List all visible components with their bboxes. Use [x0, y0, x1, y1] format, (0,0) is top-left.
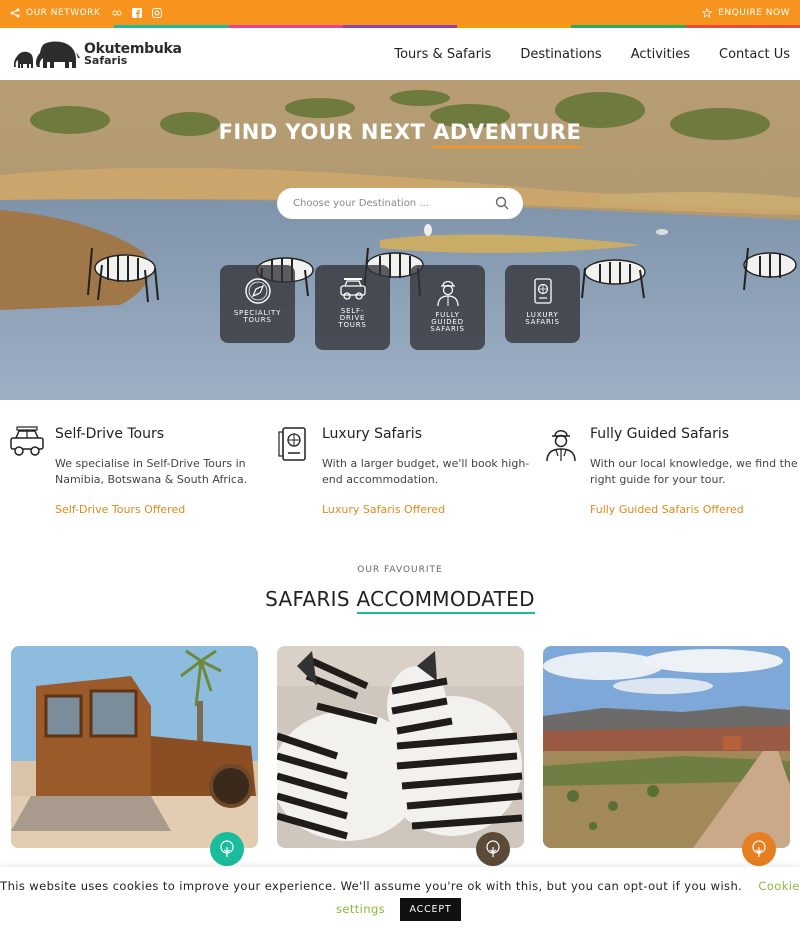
tile-speciality-tours[interactable]: SPECIALITY TOURS: [220, 265, 295, 343]
compass-icon: [244, 278, 271, 304]
rusty-truck-photo: [11, 646, 258, 848]
feature-title: Self-Drive Tours: [55, 426, 165, 442]
site-header: Okutembuka Safaris Tours & Safaris Desti…: [0, 28, 800, 80]
top-bar: OUR NETWORK ENQUIRE NOW: [0, 0, 800, 25]
destination-search-input[interactable]: [293, 195, 483, 212]
star-icon: [702, 7, 713, 18]
tile-label: SPECIALITY TOURS: [233, 309, 282, 324]
cookie-banner: This website uses cookies to improve you…: [0, 867, 800, 933]
feature-text: We specialise in Self-Drive Tours in Nam…: [55, 457, 248, 486]
hero-title-part2: ADVENTURE: [433, 120, 582, 148]
cookie-accept-button[interactable]: ACCEPT: [400, 898, 461, 921]
tile-label: FULLY GUIDED SAFARIS: [430, 311, 465, 333]
tree-icon: [220, 840, 234, 857]
guide-icon: [436, 280, 459, 307]
desert-road-photo: [543, 646, 790, 848]
nav-destinations[interactable]: Destinations: [520, 47, 601, 62]
section-title: SAFARIS ACCOMMODATED: [0, 587, 800, 614]
tile-fully-guided-safaris[interactable]: FULLY GUIDED SAFARIS: [410, 265, 485, 350]
instagram-icon[interactable]: [152, 7, 163, 18]
nav-tours-safaris[interactable]: Tours & Safaris: [394, 47, 491, 62]
cookie-settings-link-part1[interactable]: Cookie: [758, 879, 799, 893]
feature-link[interactable]: Luxury Safaris Offered: [322, 503, 445, 516]
passport-icon: [533, 278, 552, 304]
share-icon[interactable]: [10, 8, 20, 18]
guide-icon: [546, 430, 576, 462]
feature-title: Luxury Safaris: [322, 426, 422, 442]
network-links: OUR NETWORK: [10, 0, 163, 25]
zebras-photo: [277, 646, 524, 848]
enquire-label: ENQUIRE NOW: [718, 7, 790, 18]
enquire-link[interactable]: ENQUIRE NOW: [702, 0, 790, 25]
tripadvisor-icon[interactable]: [112, 8, 122, 18]
feature-title: Fully Guided Safaris: [590, 426, 730, 442]
hero-title-part1: FIND YOUR NEXT: [218, 120, 434, 144]
section-title-part2: ACCOMMODATED: [356, 587, 535, 614]
section-title-part1: SAFARIS: [265, 587, 357, 611]
feature-text: With our local knowledge, we find the ri…: [590, 457, 798, 486]
tree-icon: [486, 840, 500, 857]
facebook-icon[interactable]: [132, 7, 143, 18]
main-nav: Tours & Safaris Destinations Activities …: [394, 28, 790, 80]
destination-search: [277, 188, 523, 219]
site-logo[interactable]: Okutembuka Safaris: [14, 38, 182, 70]
feature-text: With a larger budget, we'll book high-en…: [322, 457, 530, 486]
jeep-icon: [10, 426, 44, 456]
cookie-message-line: This website uses cookies to improve you…: [0, 879, 800, 893]
cookie-message: This website uses cookies to improve you…: [0, 879, 743, 893]
hero-banner: FIND YOUR NEXT ADVENTURE SPECIALITY TOUR…: [0, 80, 800, 400]
card-badge[interactable]: [210, 832, 244, 866]
tile-luxury-safaris[interactable]: LUXURY SAFARIS: [505, 265, 580, 343]
card-badge[interactable]: [742, 832, 776, 866]
cookie-settings-link-part2[interactable]: settings: [336, 902, 385, 916]
feature-link[interactable]: Fully Guided Safaris Offered: [590, 503, 744, 516]
tile-label: LUXURY SAFARIS: [525, 311, 560, 326]
safari-card[interactable]: [543, 646, 790, 866]
jeep-icon: [339, 278, 366, 300]
safari-card[interactable]: [11, 646, 258, 866]
elephant-logo-icon: [14, 41, 80, 68]
nav-contact-us[interactable]: Contact Us: [719, 47, 790, 62]
section-subtitle: OUR FAVOURITE: [357, 565, 443, 575]
passport-icon: [278, 427, 306, 461]
card-badge[interactable]: [476, 832, 510, 866]
hero-title: FIND YOUR NEXT ADVENTURE: [0, 120, 800, 148]
tile-self-drive-tours[interactable]: SELF-DRIVE TOURS: [315, 265, 390, 350]
safari-card[interactable]: [277, 646, 524, 866]
tile-label: SELF-DRIVE TOURS: [338, 307, 367, 329]
nav-activities[interactable]: Activities: [631, 47, 690, 62]
tree-icon: [752, 840, 766, 857]
network-label[interactable]: OUR NETWORK: [26, 8, 100, 18]
feature-link[interactable]: Self-Drive Tours Offered: [55, 503, 185, 516]
logo-wordmark: Okutembuka Safaris: [84, 42, 182, 67]
search-icon[interactable]: [495, 196, 509, 210]
